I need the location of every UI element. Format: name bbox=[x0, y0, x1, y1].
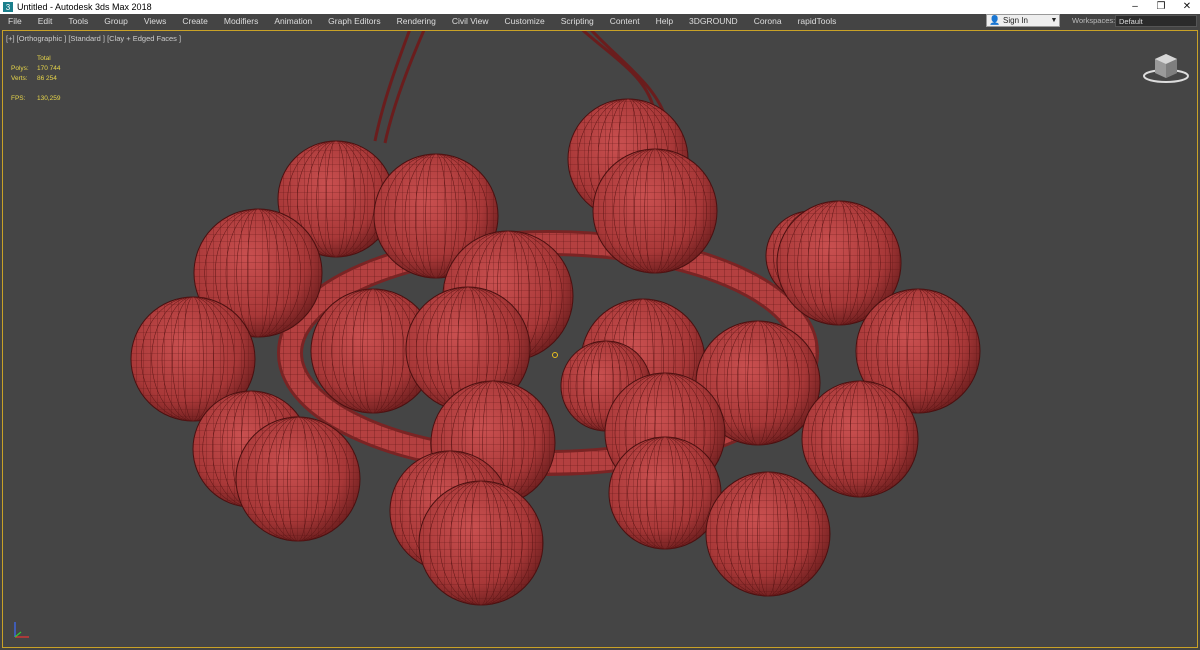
menu-animation[interactable]: Animation bbox=[266, 14, 320, 28]
window-title: Untitled - Autodesk 3ds Max 2018 bbox=[17, 2, 152, 12]
menu-create[interactable]: Create bbox=[174, 14, 216, 28]
close-button[interactable]: ✕ bbox=[1174, 0, 1200, 14]
statistics-overlay: Total Polys: 170 744 Verts: 86 254 FPS: 130… bbox=[11, 54, 61, 104]
svg-text:3: 3 bbox=[6, 3, 11, 12]
pivot-marker bbox=[552, 352, 558, 358]
menu-content[interactable]: Content bbox=[602, 14, 648, 28]
viewport-orthographic[interactable]: [+] [Orthographic ] [Standard ] [Clay + … bbox=[2, 30, 1198, 648]
menu-edit[interactable]: Edit bbox=[30, 14, 61, 28]
verts-label: Verts: bbox=[11, 75, 28, 82]
axis-tripod-icon bbox=[14, 622, 29, 638]
3ds-max-logo-icon: 3 bbox=[3, 2, 13, 12]
chevron-down-icon: ▼ bbox=[1050, 17, 1058, 24]
menu-tools[interactable]: Tools bbox=[60, 14, 96, 28]
menu-graph-editors[interactable]: Graph Editors bbox=[320, 14, 388, 28]
window-controls: – ❐ ✕ bbox=[1122, 0, 1200, 14]
polys-label: Polys: bbox=[11, 65, 29, 72]
workspaces-select[interactable]: Default bbox=[1115, 15, 1197, 27]
sphere-bulb bbox=[705, 471, 831, 597]
menu-file[interactable]: File bbox=[0, 14, 30, 28]
maximize-button[interactable]: ❐ bbox=[1148, 0, 1174, 14]
menu-rapidtools[interactable]: rapidTools bbox=[790, 14, 845, 28]
verts-value: 86 254 bbox=[37, 75, 57, 82]
stats-header: Total bbox=[37, 55, 51, 62]
workspaces-label: Workspaces: bbox=[1072, 16, 1116, 25]
menu-scripting[interactable]: Scripting bbox=[553, 14, 602, 28]
fps-value: 130,259 bbox=[37, 95, 61, 102]
menu-views[interactable]: Views bbox=[136, 14, 175, 28]
sphere-bulb bbox=[418, 480, 544, 606]
menu-3dground[interactable]: 3DGROUND bbox=[681, 14, 746, 28]
viewport-label[interactable]: [+] [Orthographic ] [Standard ] [Clay + … bbox=[6, 34, 181, 43]
minimize-button[interactable]: – bbox=[1122, 0, 1148, 14]
menu-customize[interactable]: Customize bbox=[497, 14, 553, 28]
menu-modifiers[interactable]: Modifiers bbox=[216, 14, 266, 28]
sphere-bulbs bbox=[130, 98, 981, 606]
title-bar: 3 Untitled - Autodesk 3ds Max 2018 – ❐ ✕ bbox=[0, 0, 1200, 14]
sphere-bulb bbox=[235, 416, 361, 542]
menu-help[interactable]: Help bbox=[648, 14, 681, 28]
menu-group[interactable]: Group bbox=[96, 14, 136, 28]
menu-civil-view[interactable]: Civil View bbox=[444, 14, 497, 28]
menu-corona[interactable]: Corona bbox=[746, 14, 790, 28]
menu-rendering[interactable]: Rendering bbox=[389, 14, 444, 28]
sign-in-label: Sign In bbox=[1003, 16, 1028, 25]
scene-render bbox=[130, 31, 981, 606]
polys-value: 170 744 bbox=[37, 65, 61, 72]
sphere-bulb bbox=[608, 436, 722, 550]
viewcube-icon[interactable] bbox=[1141, 49, 1191, 85]
fps-label: FPS: bbox=[11, 95, 26, 102]
sphere-bulb bbox=[801, 380, 919, 498]
sign-in-button[interactable]: 👤 Sign In ▼ bbox=[986, 14, 1060, 27]
user-icon: 👤 bbox=[989, 15, 1001, 25]
sphere-bulb bbox=[592, 148, 718, 274]
